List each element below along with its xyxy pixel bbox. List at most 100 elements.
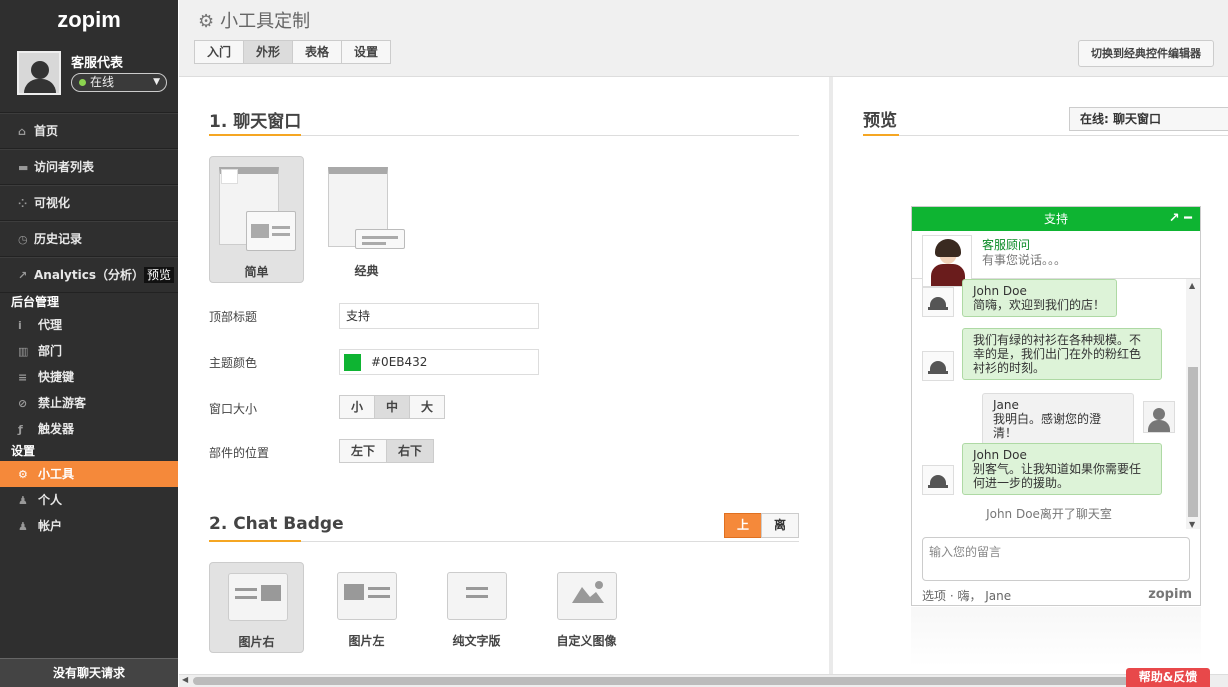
- nav-shortcuts[interactable]: ≡ 快捷键: [0, 364, 178, 390]
- nav-departments[interactable]: ▥ 部门: [0, 338, 178, 364]
- status-select[interactable]: 在线 ▼: [71, 73, 167, 92]
- title-underline: [209, 540, 301, 542]
- scroll-thumb[interactable]: [193, 677, 1183, 685]
- size-small-button[interactable]: 小: [339, 395, 376, 419]
- horizontal-scrollbar[interactable]: ◀: [179, 674, 1228, 687]
- tab-settings[interactable]: 设置: [341, 40, 392, 64]
- classic-editor-button[interactable]: 切换到经典控件编辑器: [1078, 40, 1214, 67]
- nav-home[interactable]: ⌂ 首页: [0, 113, 178, 149]
- message-text: 我们有绿的衬衫在各种规模。不幸的是，我们出门在外的粉红色衬衫的时刻。: [973, 333, 1142, 375]
- nav-departments-label: 部门: [38, 344, 63, 358]
- layout-simple-label: 简单: [244, 265, 269, 279]
- badge-custom-image-card[interactable]: 自定义图像: [539, 562, 634, 653]
- nav-triggers[interactable]: ƒ 触发器: [0, 416, 178, 442]
- gear-icon: ⚙: [198, 11, 215, 32]
- theme-color-value: #0EB432: [371, 355, 428, 369]
- size-medium-button[interactable]: 中: [374, 395, 411, 419]
- config-panel: 1. 聊天窗口 简单 经典 顶部标题 支持 主题颜色 #0EB432 窗口大小 …: [179, 77, 829, 674]
- layout-simple-card[interactable]: 简单: [209, 156, 304, 283]
- chat-window-reflection: [911, 607, 1201, 667]
- preview-tag: 预览: [143, 267, 174, 283]
- concierge-bell-icon: [922, 465, 954, 495]
- badge-text-only-card[interactable]: 纯文字版: [429, 562, 524, 653]
- badge-toggle: 上 离: [724, 513, 800, 538]
- section-chat-window-title: 1. 聊天窗口: [209, 112, 302, 132]
- scroll-down-icon[interactable]: ▼: [1189, 520, 1195, 529]
- color-swatch[interactable]: [344, 354, 361, 371]
- dots-icon: ⁘: [18, 197, 28, 210]
- badge-on-button[interactable]: 上: [724, 513, 763, 538]
- nav-agents[interactable]: 𝗶 代理: [0, 312, 178, 338]
- no-chat-requests-bar[interactable]: 没有聊天请求: [0, 658, 178, 687]
- system-note: John Doe离开了聊天室: [986, 507, 1112, 521]
- message-sender: Jane: [993, 398, 1019, 412]
- line-glyph: [368, 595, 390, 598]
- help-feedback-button[interactable]: 帮助&反馈: [1126, 668, 1210, 687]
- theme-color-input[interactable]: #0EB432: [339, 349, 539, 375]
- nav-analytics[interactable]: ↗ Analytics（分析） 预览: [0, 257, 178, 293]
- nav-visualization[interactable]: ⁘ 可视化: [0, 185, 178, 221]
- line-glyph: [466, 587, 488, 590]
- nav-banned-label: 禁止游客: [38, 396, 87, 410]
- badge-image-right-card[interactable]: 图片右: [209, 562, 304, 653]
- line-glyph: [362, 242, 386, 245]
- nav-history[interactable]: ◷ 历史记录: [0, 221, 178, 257]
- top-title-input[interactable]: 支持: [339, 303, 539, 329]
- message-text: 别客气。让我知道如果你需要任何进一步的援助。: [973, 462, 1142, 490]
- tab-appearance[interactable]: 外形: [243, 40, 294, 64]
- nav-visitors[interactable]: ▬ 访问者列表: [0, 149, 178, 185]
- chat-message: 我们有绿的衬衫在各种规模。不幸的是，我们出门在外的粉红色衬衫的时刻。: [962, 328, 1162, 380]
- building-icon: ▥: [18, 345, 29, 358]
- badge-custom-image-label: 自定义图像: [556, 634, 617, 648]
- nav-home-label: 首页: [34, 124, 59, 138]
- classic-bubble-icon: [355, 229, 405, 249]
- nav-account[interactable]: ♟ 帐户: [0, 513, 178, 539]
- nav-widget[interactable]: ⚙ 小工具: [0, 461, 178, 487]
- scroll-up-icon[interactable]: ▲: [1189, 281, 1195, 290]
- line-glyph: [466, 595, 488, 598]
- scroll-thumb[interactable]: [1188, 367, 1198, 517]
- zopim-brand: zopim: [1148, 587, 1192, 602]
- user-avatar-icon: [1143, 401, 1175, 433]
- trend-icon: ↗: [18, 269, 28, 282]
- gear-icon: ⚙: [18, 468, 28, 481]
- chevron-down-icon: ▼: [153, 77, 160, 87]
- nav-visualization-label: 可视化: [34, 196, 71, 210]
- section-chat-badge-title: 2. Chat Badge: [209, 514, 344, 534]
- position-bottom-left-button[interactable]: 左下: [339, 439, 388, 463]
- sidebar: zopim 客服代表 在线 ▼ ⌂ 首页 ▬ 访问者列表 ⁘ 可视化 ◷ 历史记录 ↗ A…: [0, 0, 178, 687]
- badge-image-right-icon: [228, 573, 288, 621]
- tab-getting-started[interactable]: 入门: [194, 40, 245, 64]
- nav-personal[interactable]: ♟ 个人: [0, 487, 178, 513]
- nav-analytics-label: Analytics（分析）: [34, 268, 144, 282]
- avatar[interactable]: [17, 51, 61, 95]
- nav-agents-label: 代理: [38, 318, 63, 332]
- chat-message: John Doe 别客气。让我知道如果你需要任何进一步的援助。: [962, 443, 1162, 495]
- image-glyph: [261, 585, 281, 601]
- nav-personal-label: 个人: [38, 493, 63, 507]
- tab-forms[interactable]: 表格: [292, 40, 343, 64]
- nav-banned[interactable]: ⊘ 禁止游客: [0, 390, 178, 416]
- chat-header[interactable]: 支持 ↗ ━: [912, 207, 1200, 231]
- badge-image-left-icon: [337, 572, 397, 620]
- nav-triggers-label: 触发器: [38, 422, 75, 436]
- badge-text-only-label: 纯文字版: [452, 634, 501, 648]
- message-text: 简嗨，欢迎到我们的店！: [973, 298, 1106, 312]
- size-large-button[interactable]: 大: [409, 395, 446, 419]
- position-bottom-right-button[interactable]: 右下: [386, 439, 435, 463]
- title-underline: [209, 134, 301, 136]
- badge-off-button[interactable]: 离: [761, 513, 800, 538]
- zopim-logo[interactable]: zopim: [0, 0, 178, 42]
- nav-history-label: 历史记录: [34, 232, 83, 246]
- layout-classic-card[interactable]: 经典: [319, 156, 414, 283]
- popout-minimize-icons[interactable]: ↗ ━: [1169, 207, 1192, 231]
- scroll-left-icon[interactable]: ◀: [182, 675, 188, 684]
- badge-image-left-card[interactable]: 图片左: [319, 562, 414, 653]
- line-glyph: [272, 226, 290, 229]
- chat-scrollbar[interactable]: ▲ ▼: [1186, 279, 1200, 529]
- badge-image-left-label: 图片左: [348, 634, 385, 648]
- chat-footer-options[interactable]: 选项 · 嗨， Jane: [922, 587, 1011, 604]
- profile-panel: 客服代表 在线 ▼: [0, 42, 178, 112]
- preview-mode-select[interactable]: 在线: 聊天窗口: [1069, 107, 1228, 131]
- message-input[interactable]: 输入您的留言: [922, 537, 1190, 581]
